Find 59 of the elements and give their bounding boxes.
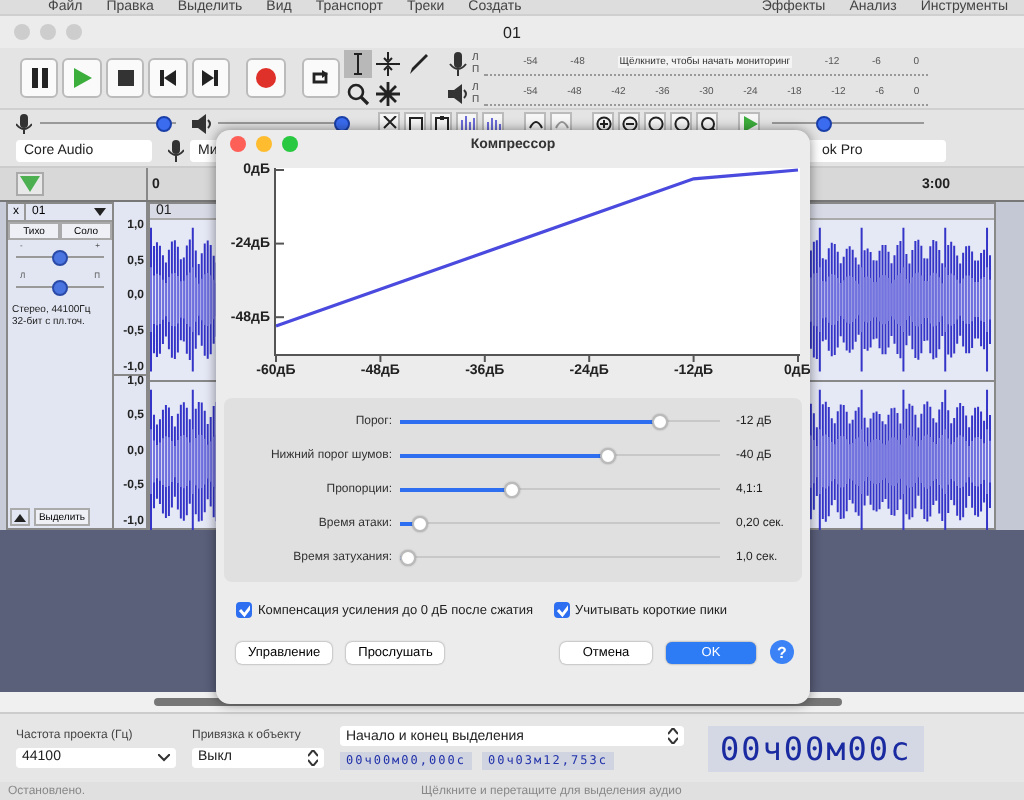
gain-slider[interactable] [16, 250, 104, 266]
ibeam-tool[interactable] [344, 49, 372, 77]
parameter-slider[interactable] [400, 481, 720, 498]
scissors-icon [381, 115, 397, 131]
stop-button[interactable] [105, 58, 145, 98]
multi-icon [376, 81, 400, 105]
speaker-icon [448, 83, 468, 103]
zoom-in-icon [595, 115, 611, 131]
parameter-slider[interactable] [400, 550, 720, 567]
parameter-slider[interactable] [400, 516, 720, 533]
checkbox[interactable] [553, 602, 570, 618]
close-button[interactable] [230, 136, 246, 152]
checkbox[interactable] [236, 602, 252, 618]
record-icon [255, 68, 276, 88]
zoom-tool[interactable] [344, 79, 372, 107]
skip-to-start-button[interactable] [148, 58, 188, 98]
copy-icon [407, 115, 423, 131]
parameter-slider[interactable] [400, 447, 720, 464]
updown-icon [308, 749, 318, 765]
checkmark-icon [555, 602, 568, 618]
record-button[interactable] [246, 58, 286, 98]
loop-icon [310, 68, 331, 88]
recording-volume-slider[interactable] [40, 115, 176, 131]
envelope-tool[interactable] [374, 49, 402, 77]
audio-position-time[interactable]: 00ч00м00с [708, 725, 924, 771]
skip-to-start-icon [159, 70, 176, 86]
microphone-icon [448, 51, 468, 75]
parameter-slider[interactable] [400, 413, 720, 430]
waveform-icon [485, 115, 501, 131]
microphone-icon [16, 113, 32, 133]
stop-icon [117, 70, 134, 86]
window-title: 01 [501, 23, 523, 41]
multi-tool[interactable] [374, 79, 402, 107]
clipboard-icon [433, 115, 449, 131]
zoom-icon [346, 81, 370, 105]
skip-to-end-icon [202, 70, 219, 86]
collapse-icon [14, 513, 26, 521]
pencil-tool[interactable] [404, 49, 432, 77]
envelope-icon [376, 51, 400, 75]
microphone-icon [168, 140, 184, 162]
chevron-down-icon [158, 753, 170, 761]
updown-icon [668, 728, 678, 744]
dropdown-icon [94, 208, 106, 216]
magnifier-icon [699, 115, 715, 131]
skip-to-end-button[interactable] [191, 58, 231, 98]
play-icon [72, 68, 93, 88]
triangle-icon [20, 176, 40, 192]
zoom-out-icon [621, 115, 637, 131]
speaker-icon [192, 113, 212, 133]
undo-icon [527, 115, 543, 131]
collapse-button[interactable] [10, 508, 30, 526]
redo-icon [553, 115, 569, 131]
pause-button[interactable] [20, 58, 59, 98]
help-button[interactable]: ? [770, 640, 794, 664]
pan-slider[interactable] [16, 280, 104, 296]
pause-icon [29, 68, 50, 88]
checkmark-icon [238, 602, 250, 618]
loop-button[interactable] [301, 58, 340, 98]
waveform-icon [459, 115, 475, 131]
